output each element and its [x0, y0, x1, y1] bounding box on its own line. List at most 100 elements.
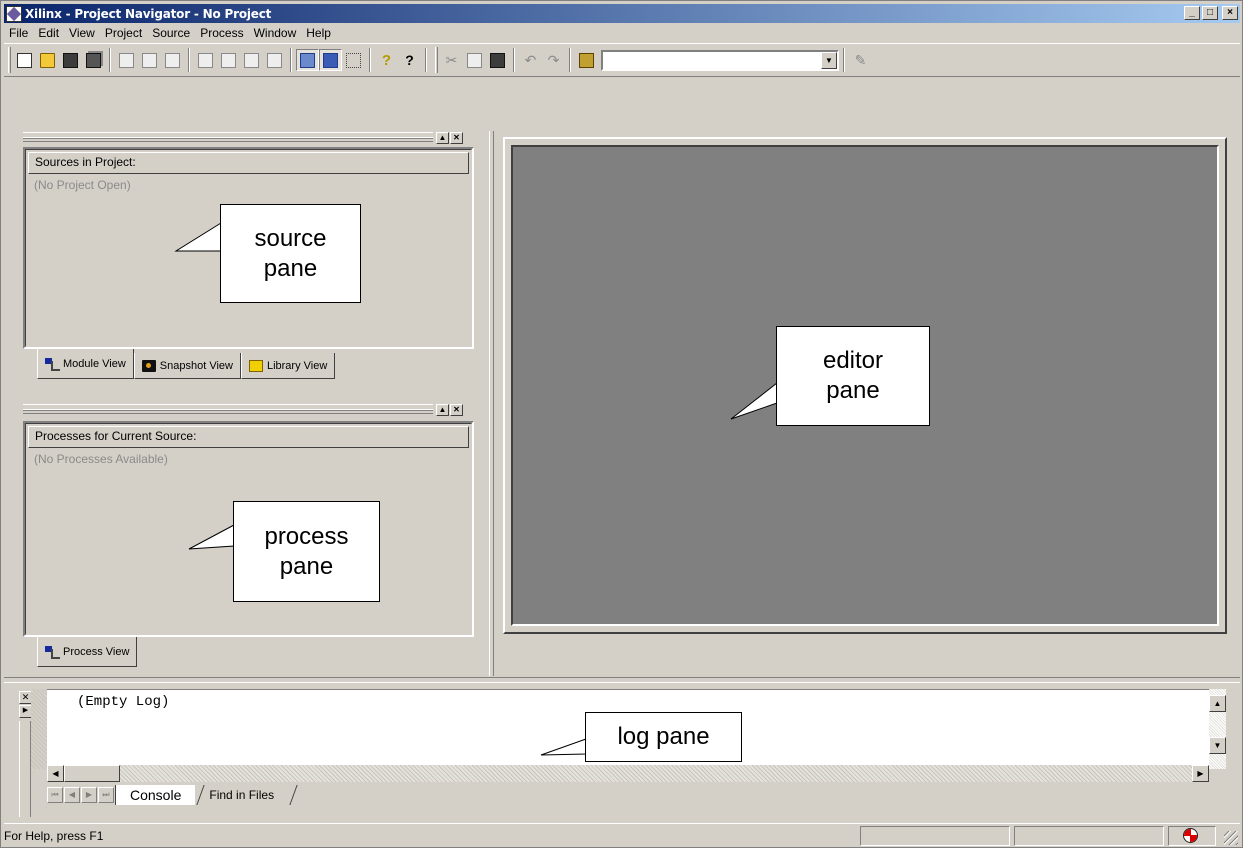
menu-bar: File Edit View Project Source Process Wi…: [4, 24, 336, 42]
export-doc-icon: [244, 52, 259, 68]
toolbar-grip[interactable]: [8, 47, 11, 73]
copy-doc-icon: [221, 52, 236, 68]
source-pane-callout: source pane: [220, 204, 361, 303]
sources-header[interactable]: Sources in Project:: [28, 152, 469, 174]
menu-file[interactable]: File: [4, 26, 33, 40]
toolbar-separator: [369, 48, 371, 72]
vertical-splitter[interactable]: [489, 131, 494, 676]
paste-icon: [490, 52, 505, 68]
log-horizontal-scrollbar[interactable]: ◀ ▶: [47, 765, 1209, 782]
close-button[interactable]: ×: [1222, 6, 1238, 20]
menu-edit[interactable]: Edit: [33, 26, 64, 40]
find-button[interactable]: [575, 49, 598, 71]
tab-library-view-label: Library View: [266, 359, 328, 372]
copy-snapshot-button[interactable]: [217, 49, 240, 71]
status-panel: [1014, 826, 1164, 846]
status-indicator-icon[interactable]: [1183, 828, 1198, 843]
menu-source[interactable]: Source: [147, 26, 195, 40]
scroll-up-button[interactable]: ▲: [1209, 695, 1226, 712]
tab-console-label: Console: [130, 787, 182, 803]
toolbar-separator: [569, 48, 571, 72]
first-tab-button[interactable]: ⏮: [47, 787, 63, 803]
menu-help[interactable]: Help: [301, 26, 336, 40]
log-pane-grip[interactable]: [19, 721, 31, 817]
editor-pane-callout-text: editor pane: [822, 347, 884, 404]
log-text: (Empty Log): [77, 694, 170, 710]
export-button[interactable]: [240, 49, 263, 71]
toolbar-grip[interactable]: [435, 47, 438, 73]
search-combo[interactable]: ▼: [601, 49, 839, 71]
whats-this-button[interactable]: ?: [398, 49, 421, 71]
status-indicator-panel: [1168, 826, 1216, 846]
menu-view[interactable]: View: [64, 26, 100, 40]
whats-this-icon: ?: [405, 52, 414, 68]
help-button[interactable]: ?: [375, 49, 398, 71]
camera-icon: [141, 359, 156, 372]
tab-process-view[interactable]: Process View: [37, 637, 138, 667]
status-text: For Help, press F1: [4, 829, 104, 843]
next-tab-button[interactable]: ▶: [81, 787, 97, 803]
help-icon: ?: [381, 51, 392, 69]
last-tab-button[interactable]: ⏭: [98, 787, 114, 803]
processes-close-button[interactable]: ✕: [450, 404, 463, 416]
processes-float-button[interactable]: ▲: [436, 404, 449, 416]
scroll-down-button[interactable]: ▼: [1209, 737, 1226, 754]
tab-snapshot-view-label: Snapshot View: [159, 359, 233, 372]
prev-tab-button[interactable]: ◀: [64, 787, 80, 803]
toolbar-separator: [109, 48, 111, 72]
save-button[interactable]: [59, 49, 82, 71]
redo-button[interactable]: ↷: [542, 49, 565, 71]
hierarchy-button[interactable]: [342, 49, 365, 71]
paste-button[interactable]: [486, 49, 509, 71]
sources-pane-grip[interactable]: [23, 132, 433, 142]
copy-button[interactable]: [463, 49, 486, 71]
title-bar[interactable]: Xilinx - Project Navigator - No Project …: [4, 4, 1240, 23]
scroll-thumb[interactable]: [64, 765, 120, 782]
process-view-icon: [45, 645, 60, 659]
properties-button[interactable]: [161, 49, 184, 71]
tab-find-in-files[interactable]: Find in Files: [195, 785, 298, 805]
xilinx-logo-icon[interactable]: [6, 5, 22, 22]
horizontal-splitter[interactable]: [4, 677, 1240, 683]
minimize-button[interactable]: _: [1184, 6, 1200, 20]
resize-grip-icon[interactable]: [1224, 831, 1238, 845]
new-file-button[interactable]: [13, 49, 36, 71]
process-pane-callout-text: process pane: [264, 522, 349, 580]
menu-project[interactable]: Project: [100, 26, 147, 40]
sources-float-button[interactable]: ▲: [436, 132, 449, 144]
tab-console[interactable]: Console: [115, 785, 206, 805]
undo-button[interactable]: ↶: [519, 49, 542, 71]
open-button[interactable]: [36, 49, 59, 71]
tab-library-view[interactable]: Library View: [240, 353, 336, 379]
app-window: Xilinx - Project Navigator - No Project …: [0, 0, 1243, 848]
report-button[interactable]: [263, 49, 286, 71]
log-vertical-scrollbar[interactable]: ▲ ▼: [1209, 689, 1226, 769]
tab-module-view[interactable]: Module View: [37, 349, 134, 379]
cut-button[interactable]: ✂: [440, 49, 463, 71]
chevron-down-icon[interactable]: ▼: [821, 51, 837, 69]
scroll-left-button[interactable]: ◀: [47, 765, 64, 782]
new-source-button[interactable]: [115, 49, 138, 71]
tab-snapshot-view[interactable]: Snapshot View: [133, 353, 241, 379]
log-gutter: [31, 689, 47, 769]
processes-window-icon: [323, 52, 338, 68]
toolbar-separator: [425, 48, 427, 72]
snapshot-button[interactable]: [194, 49, 217, 71]
add-source-button[interactable]: [138, 49, 161, 71]
scissors-icon: ✂: [445, 51, 458, 68]
processes-header[interactable]: Processes for Current Source:: [28, 426, 469, 448]
show-sources-toggle[interactable]: [296, 49, 319, 71]
scroll-right-button[interactable]: ▶: [1192, 765, 1209, 782]
sources-close-button[interactable]: ✕: [450, 132, 463, 144]
sources-window-icon: [300, 52, 315, 68]
window-title: Xilinx - Project Navigator - No Project: [25, 6, 272, 21]
save-all-button[interactable]: [82, 49, 105, 71]
maximize-button[interactable]: □: [1202, 6, 1218, 20]
status-panel: [860, 826, 1010, 846]
overflow-button[interactable]: ✎: [849, 49, 872, 71]
hierarchy-icon: [346, 52, 361, 68]
menu-process[interactable]: Process: [195, 26, 248, 40]
menu-window[interactable]: Window: [249, 26, 302, 40]
show-processes-toggle[interactable]: [319, 49, 342, 71]
processes-pane-grip[interactable]: [23, 404, 433, 414]
